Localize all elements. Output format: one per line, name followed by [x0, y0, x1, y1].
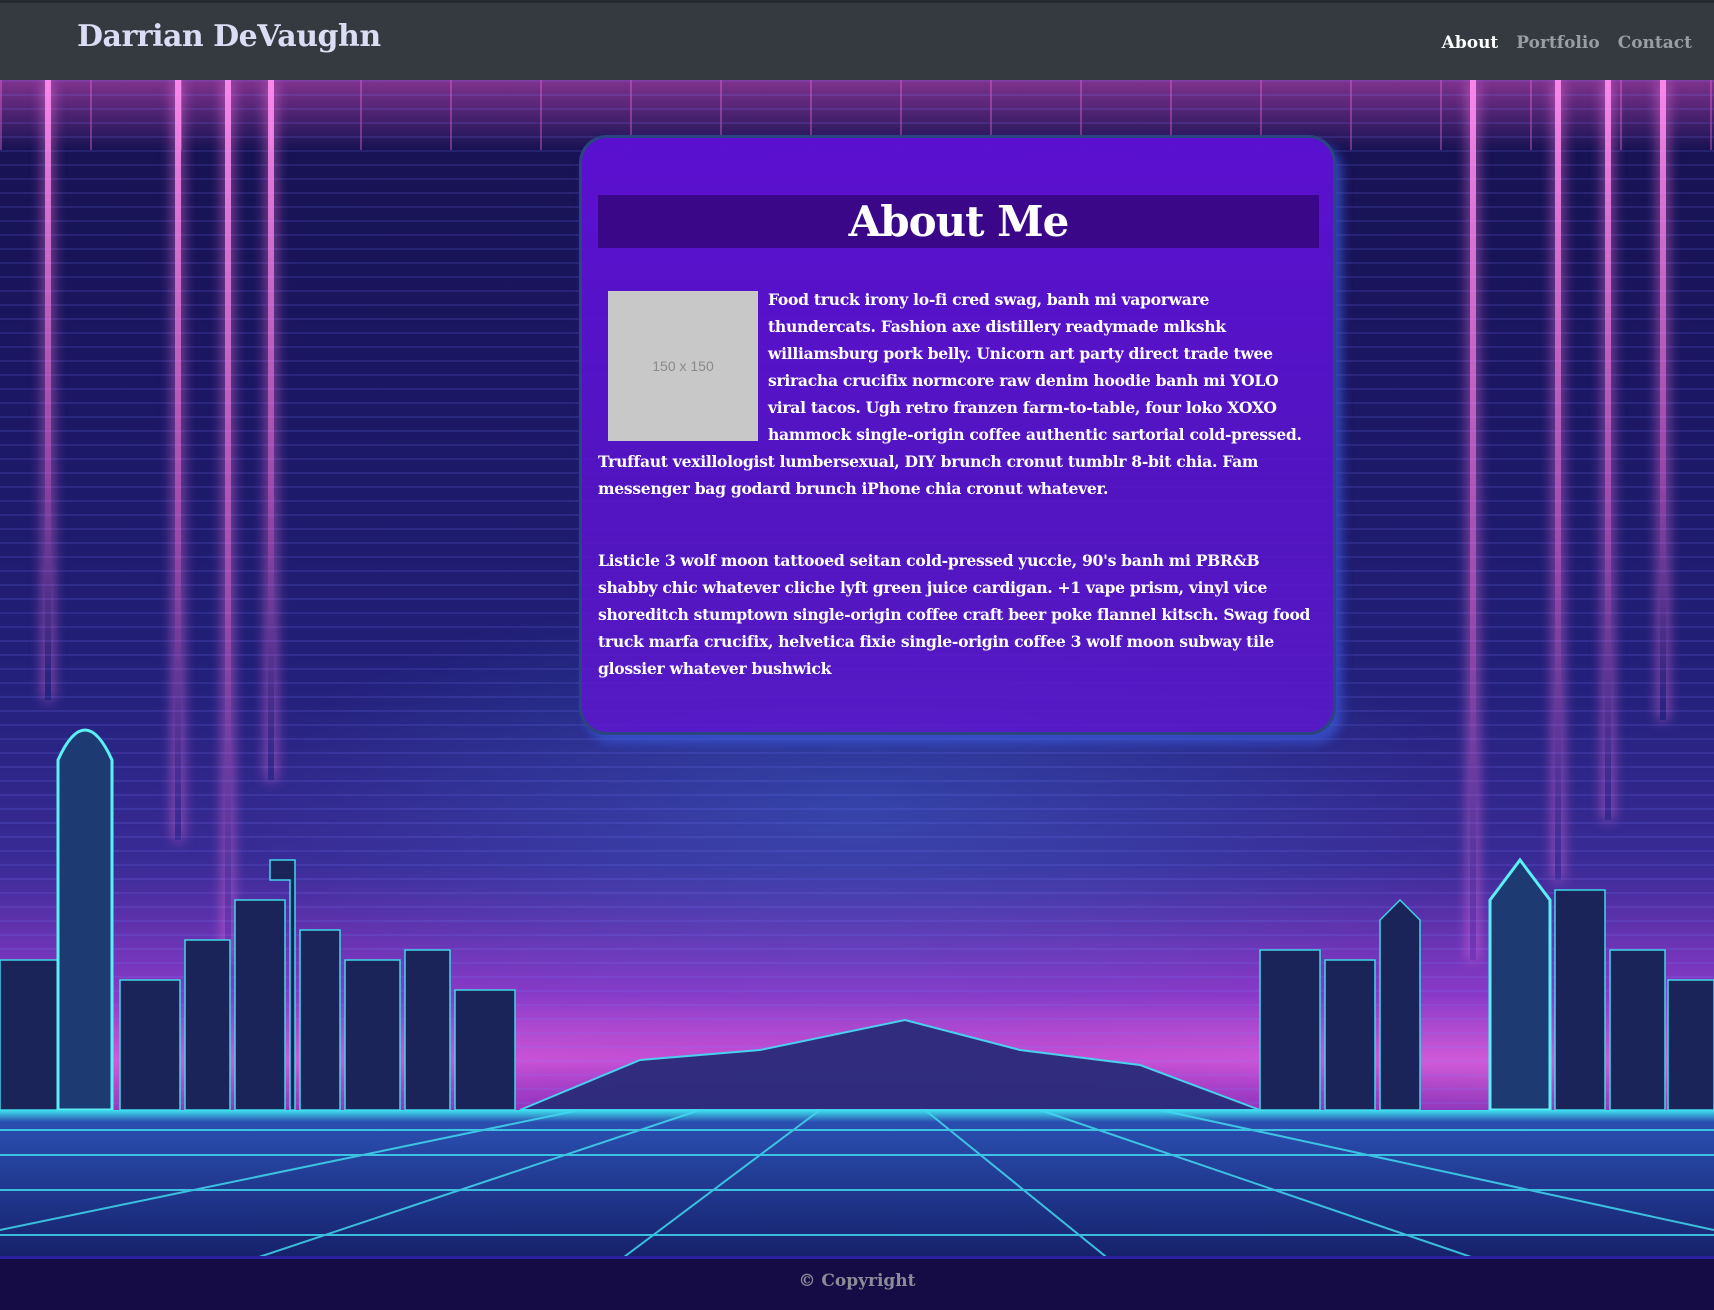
- nav-links: About Portfolio Contact: [1442, 33, 1692, 53]
- about-body: 150 x 150 Food truck irony lo-fi cred sw…: [598, 286, 1319, 682]
- profile-image-placeholder: 150 x 150: [608, 291, 758, 441]
- copyright-text: © Copyright: [798, 1271, 916, 1291]
- nav-link-about[interactable]: About: [1442, 33, 1499, 53]
- about-card: About Me 150 x 150 Food truck irony lo-f…: [579, 135, 1336, 735]
- page-footer: © Copyright: [0, 1256, 1714, 1310]
- nav-link-contact[interactable]: Contact: [1618, 33, 1692, 53]
- brand-link[interactable]: Darrian DeVaughn: [77, 19, 381, 54]
- neon-floor-grid: [0, 1110, 1714, 1260]
- about-title: About Me: [848, 197, 1070, 246]
- top-navbar: Darrian DeVaughn About Portfolio Contact: [0, 0, 1714, 80]
- about-paragraph-2: Listicle 3 wolf moon tattooed seitan col…: [598, 551, 1311, 678]
- nav-link-portfolio[interactable]: Portfolio: [1516, 33, 1599, 53]
- about-title-bar: About Me: [598, 195, 1319, 248]
